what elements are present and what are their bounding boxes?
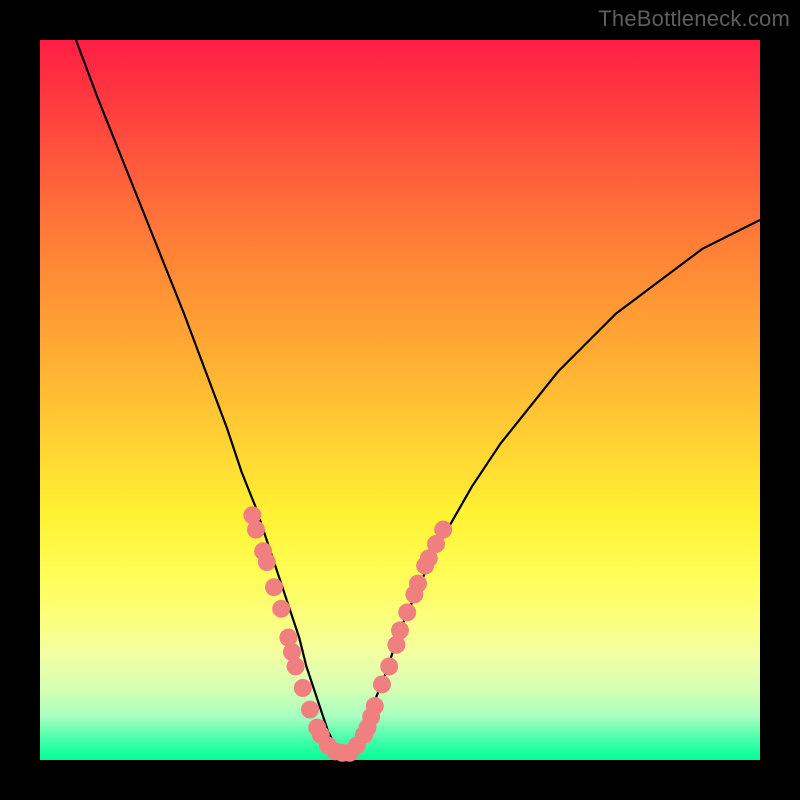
curve-markers [243, 506, 452, 762]
curve-marker [434, 521, 452, 539]
curve-marker [287, 657, 305, 675]
curve-marker [272, 600, 290, 618]
curve-marker [380, 657, 398, 675]
chart-frame: TheBottleneck.com [0, 0, 800, 800]
watermark-text: TheBottleneck.com [598, 6, 790, 32]
curve-svg [40, 40, 760, 760]
curve-marker [373, 675, 391, 693]
curve-marker [258, 553, 276, 571]
curve-marker [398, 603, 416, 621]
curve-marker [301, 701, 319, 719]
curve-marker [391, 621, 409, 639]
bottleneck-curve [76, 40, 760, 753]
curve-marker [409, 575, 427, 593]
curve-marker [247, 521, 265, 539]
curve-marker [265, 578, 283, 596]
curve-marker [294, 679, 312, 697]
plot-area [40, 40, 760, 760]
curve-marker [366, 697, 384, 715]
